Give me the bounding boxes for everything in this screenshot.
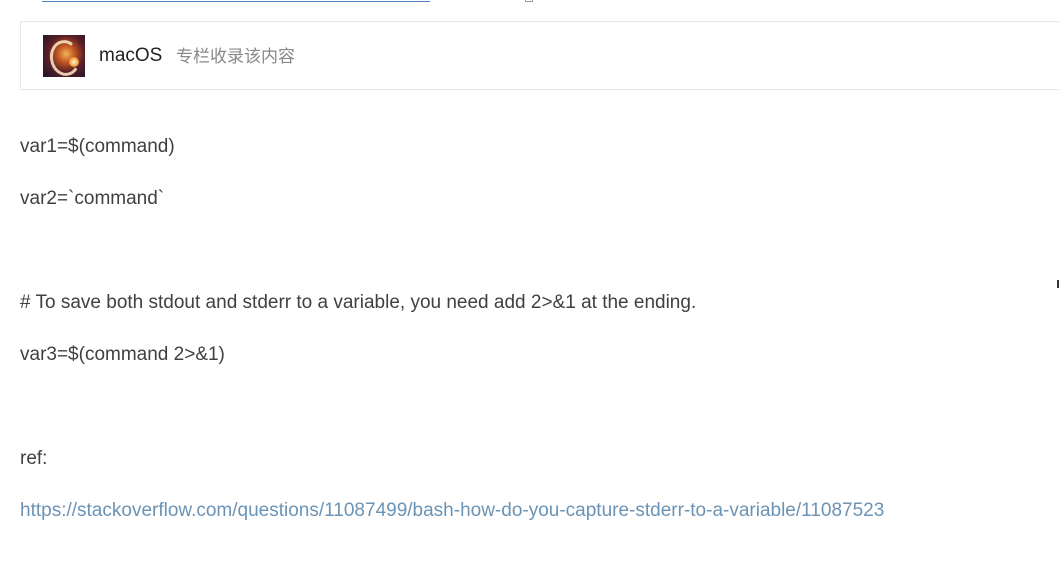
code-line-var3: var3=$(command 2>&1) — [20, 344, 225, 365]
reference-link[interactable]: https://stackoverflow.com/questions/1108… — [20, 500, 884, 522]
code-line-var2: var2=`command` — [20, 188, 165, 209]
clipped-icon — [525, 0, 533, 2]
code-line-var1: var1=$(command) — [20, 136, 175, 157]
ref-label: ref: — [20, 448, 48, 469]
column-card[interactable]: macOS 专栏收录该内容 — [20, 21, 1059, 90]
avatar-spark-graphic — [69, 57, 79, 67]
column-avatar[interactable] — [43, 35, 85, 77]
link-underline — [42, 1, 430, 2]
article-page: macOS 专栏收录该内容 var1=$(command) var2=`comm… — [0, 0, 1059, 564]
comment-line: # To save both stdout and stderr to a va… — [20, 292, 697, 313]
avatar-ring-graphic — [47, 37, 83, 77]
column-name[interactable]: macOS — [99, 45, 162, 67]
column-description: 专栏收录该内容 — [176, 47, 295, 67]
clipped-top-link[interactable] — [42, 0, 430, 3]
